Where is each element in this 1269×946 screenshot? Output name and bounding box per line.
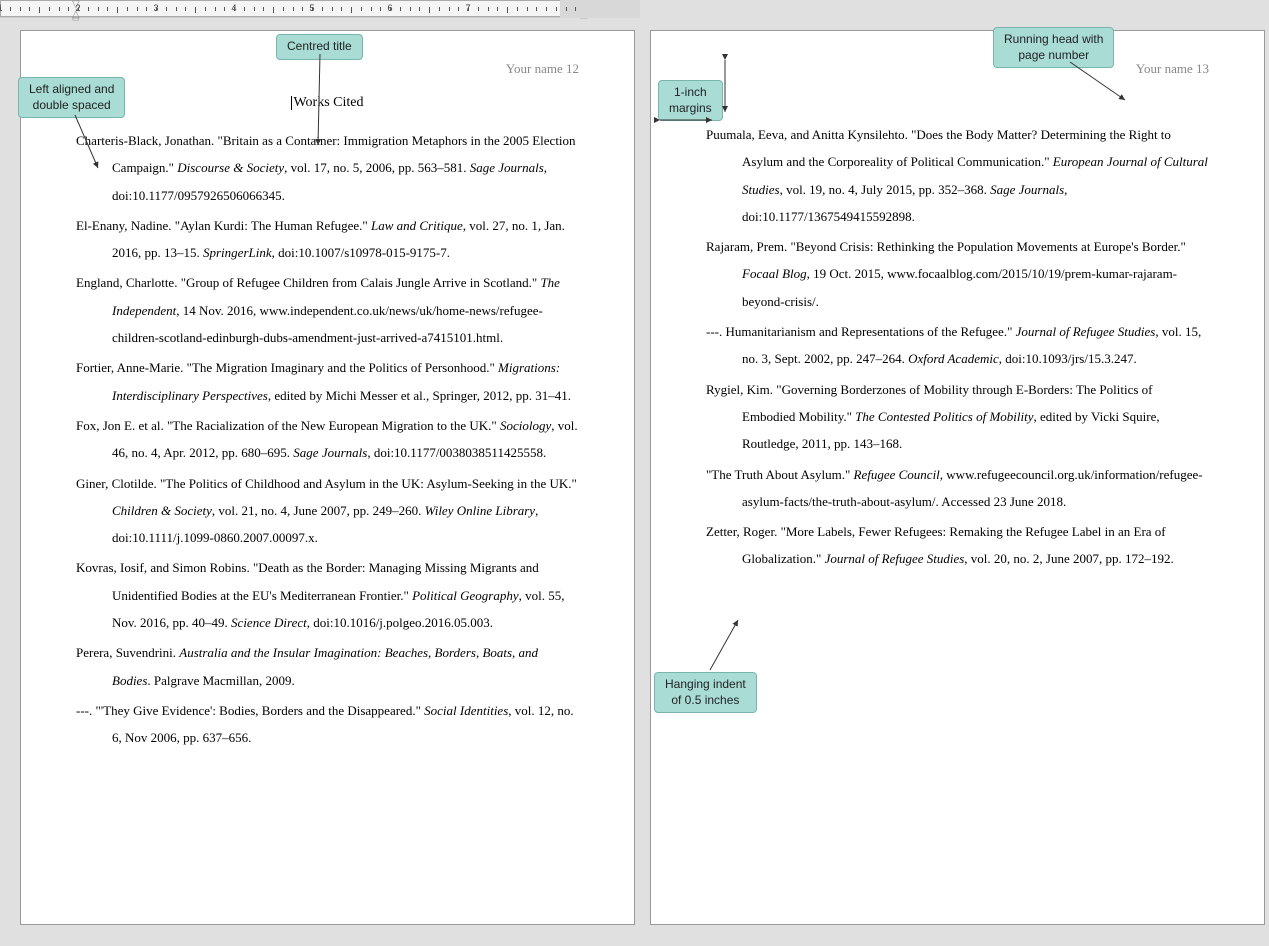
- label-left-aligned: Left aligned anddouble spaced: [18, 77, 125, 118]
- citation-entry[interactable]: Puumala, Eeva, and Anitta Kynsilehto. "D…: [706, 121, 1209, 230]
- citation-entry[interactable]: Kovras, Iosif, and Simon Robins. "Death …: [76, 554, 579, 636]
- works-cited-title[interactable]: Works Cited: [76, 95, 579, 111]
- citation-entry[interactable]: Zetter, Roger. "More Labels, Fewer Refug…: [706, 518, 1209, 573]
- citation-entry[interactable]: El-Enany, Nadine. "Aylan Kurdi: The Huma…: [76, 212, 579, 267]
- label-running-head: Running head withpage number: [993, 27, 1114, 68]
- citation-entry[interactable]: Perera, Suvendrini. Australia and the In…: [76, 639, 579, 694]
- citation-entry[interactable]: Rajaram, Prem. "Beyond Crisis: Rethinkin…: [706, 233, 1209, 315]
- citation-entry[interactable]: Rygiel, Kim. "Governing Borderzones of M…: [706, 376, 1209, 458]
- citation-entry[interactable]: Charteris-Black, Jonathan. "Britain as a…: [76, 127, 579, 209]
- citation-entry[interactable]: ---. Humanitarianism and Representations…: [706, 318, 1209, 373]
- entries-right[interactable]: Puumala, Eeva, and Anitta Kynsilehto. "D…: [706, 121, 1209, 573]
- running-head-right: Your name 13: [706, 61, 1209, 77]
- running-head-left: Your name 12: [76, 61, 579, 77]
- citation-entry[interactable]: Fox, Jon E. et al. "The Racialization of…: [76, 412, 579, 467]
- ruler-indent-base[interactable]: ▭: [72, 14, 80, 23]
- entries-left[interactable]: Charteris-Black, Jonathan. "Britain as a…: [76, 127, 579, 752]
- citation-entry[interactable]: ---. "'They Give Evidence': Bodies, Bord…: [76, 697, 579, 752]
- ruler-ticks: ▽ △ ▭ △ 1234567: [0, 0, 640, 17]
- citation-entry[interactable]: Giner, Clotilde. "The Politics of Childh…: [76, 470, 579, 552]
- citation-entry[interactable]: England, Charlotte. "Group of Refugee Ch…: [76, 269, 579, 351]
- label-hanging-indent: Hanging indentof 0.5 inches: [654, 672, 757, 713]
- citation-entry[interactable]: Fortier, Anne-Marie. "The Migration Imag…: [76, 354, 579, 409]
- document-page-right: Your name 13 Puumala, Eeva, and Anitta K…: [650, 30, 1265, 925]
- citation-entry[interactable]: "The Truth About Asylum." Refugee Counci…: [706, 461, 1209, 516]
- label-centred-title: Centred title: [276, 34, 363, 60]
- label-margins: 1-inchmargins: [658, 80, 723, 121]
- horizontal-ruler: ▽ △ ▭ △ 1234567: [0, 0, 640, 18]
- document-page-left: Your name 12 Works Cited Charteris-Black…: [20, 30, 635, 925]
